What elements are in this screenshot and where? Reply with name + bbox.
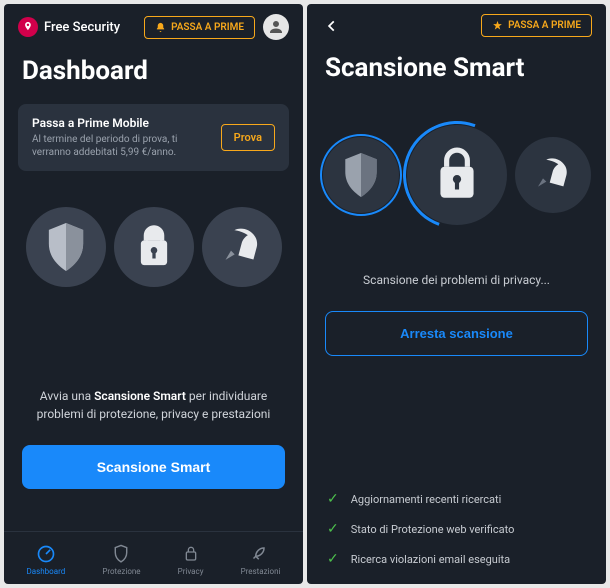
nav-protezione[interactable]: Protezione [94, 540, 148, 580]
header: Free Security PASSA A PRIME [4, 4, 303, 50]
rocket-icon [515, 137, 591, 213]
page-title: Scansione Smart [307, 47, 606, 95]
check-icon: ✓ [327, 521, 339, 537]
app-logo: Free Security [18, 17, 136, 37]
passa-a-prime-button[interactable]: PASSA A PRIME [144, 16, 255, 39]
promo-title: Passa a Prime Mobile [32, 116, 211, 130]
feature-icons [307, 95, 606, 245]
feature-icons [4, 177, 303, 307]
bottom-nav: Dashboard Protezione Privacy Prestazioni [4, 531, 303, 584]
shield-icon [111, 544, 131, 564]
check-icon: ✓ [327, 551, 339, 567]
passa-a-prime-button[interactable]: PASSA A PRIME [481, 14, 592, 37]
check-item: ✓ Ricerca violazioni email eseguita [327, 544, 586, 574]
rocket-icon [251, 544, 271, 564]
logo-text: Free Security [44, 20, 120, 35]
dashboard-screen: Free Security PASSA A PRIME Dashboard Pa… [4, 4, 303, 584]
lock-icon [114, 207, 194, 287]
avatar-button[interactable] [263, 14, 289, 40]
page-title: Dashboard [4, 50, 303, 98]
gauge-icon [36, 544, 56, 564]
nav-prestazioni[interactable]: Prestazioni [233, 540, 289, 580]
shield-icon [26, 207, 106, 287]
check-icon: ✓ [327, 491, 339, 507]
promo-card: Passa a Prime Mobile Al termine del peri… [18, 104, 289, 171]
stop-scan-button[interactable]: Arresta scansione [325, 311, 588, 356]
nav-privacy[interactable]: Privacy [170, 540, 212, 580]
scan-button[interactable]: Scansione Smart [22, 445, 285, 489]
bell-icon [155, 22, 166, 33]
scan-checklist: ✓ Aggiornamenti recenti ricercati ✓ Stat… [307, 444, 606, 584]
lock-icon [407, 125, 507, 225]
lock-icon [181, 544, 201, 564]
star-icon [492, 20, 503, 31]
rocket-icon [202, 207, 282, 287]
promo-subtitle: Al termine del periodo di prova, ti verr… [32, 133, 211, 159]
scan-status: Scansione dei problemi di privacy... [307, 245, 606, 297]
scan-hint: Avvia una Scansione Smart per individuar… [4, 377, 303, 433]
header: PASSA A PRIME [307, 4, 606, 47]
prova-button[interactable]: Prova [221, 124, 275, 151]
chevron-left-icon [325, 19, 339, 33]
shield-icon [323, 137, 399, 213]
check-item: ✓ Aggiornamenti recenti ricercati [327, 484, 586, 514]
avira-logo-icon [18, 17, 38, 37]
back-button[interactable] [321, 15, 343, 37]
nav-dashboard[interactable]: Dashboard [19, 540, 74, 580]
user-icon [267, 18, 285, 36]
scan-screen: PASSA A PRIME Scansione Smart Scansione … [307, 4, 606, 584]
check-item: ✓ Stato di Protezione web verificato [327, 514, 586, 544]
